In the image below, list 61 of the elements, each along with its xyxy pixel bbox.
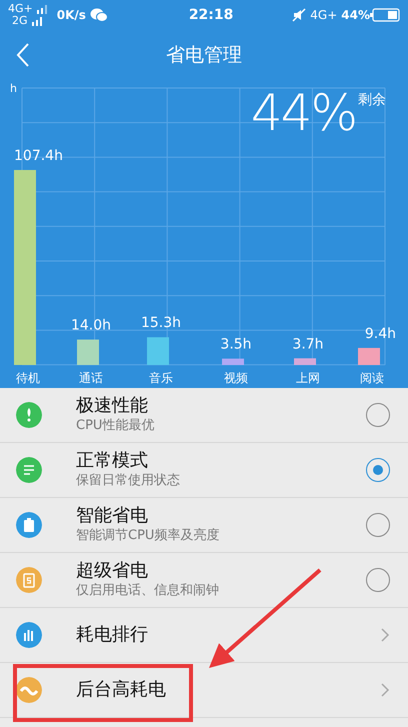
signal-icon bbox=[36, 4, 49, 14]
speed-text: 0K/s bbox=[56, 7, 86, 24]
radio-button[interactable] bbox=[366, 513, 390, 537]
value-label: 3.5h bbox=[220, 336, 252, 353]
value-label: 15.3h bbox=[140, 315, 182, 332]
category-label: 视频 bbox=[224, 371, 248, 385]
battery-percent: 44% bbox=[250, 88, 356, 138]
radio-button[interactable] bbox=[366, 568, 390, 592]
item-title: 正常模式 bbox=[76, 450, 149, 473]
chevron-icon bbox=[380, 627, 390, 643]
battery-icon bbox=[16, 512, 42, 538]
item-title: 智能省电 bbox=[76, 505, 149, 528]
category-label: 音乐 bbox=[149, 371, 173, 385]
list-item[interactable]: 智能省电 智能调节CPU频率及亮度 bbox=[0, 498, 408, 553]
chart-bar bbox=[222, 358, 244, 365]
battery-icon bbox=[370, 8, 400, 22]
mute-icon bbox=[292, 8, 306, 22]
list-item[interactable]: 后台高耗电 bbox=[0, 663, 408, 718]
list-icon bbox=[16, 457, 42, 483]
bar-chart-icon bbox=[16, 622, 42, 648]
category-label: 待机 bbox=[16, 371, 40, 385]
value-label: 3.7h bbox=[292, 336, 324, 352]
signal-icon bbox=[32, 16, 44, 26]
item-title: 耗电排行 bbox=[76, 624, 149, 646]
item-title: 极速性能 bbox=[76, 395, 149, 418]
category-label: 通话 bbox=[79, 371, 103, 385]
item-title: 后台高耗电 bbox=[76, 678, 167, 702]
radio-button[interactable] bbox=[366, 403, 390, 427]
item-subtitle: 智能调节CPU频率及亮度 bbox=[76, 528, 220, 545]
category-label: 阅读 bbox=[360, 371, 384, 385]
document-icon bbox=[16, 567, 42, 593]
wave-icon bbox=[16, 677, 42, 703]
network-label: 4G+ bbox=[8, 3, 33, 15]
radio-button[interactable] bbox=[366, 458, 390, 482]
list-item[interactable]: 极速性能 CPU性能最优 bbox=[0, 388, 408, 443]
chart-bar bbox=[358, 348, 380, 365]
back-button[interactable] bbox=[16, 42, 30, 68]
list-item[interactable]: 正常模式 保留日常使用状态 bbox=[0, 443, 408, 498]
back-icon bbox=[16, 42, 30, 68]
item-subtitle: 保留日常使用状态 bbox=[76, 472, 181, 490]
value-label: 9.4h bbox=[364, 326, 396, 342]
item-subtitle: 仅启用电话、信息和闹钟 bbox=[76, 582, 220, 600]
remaining-label: 剩余 bbox=[358, 91, 386, 110]
page-title: 省电管理 bbox=[166, 42, 242, 68]
chart-bar bbox=[294, 358, 316, 365]
clock-text: 22:18 bbox=[188, 6, 234, 24]
chart-bar bbox=[147, 337, 169, 365]
value-label: 107.4h bbox=[14, 148, 63, 164]
network-label: 4G+ bbox=[310, 7, 338, 24]
item-title: 超级省电 bbox=[76, 560, 149, 583]
battery-text: 44% bbox=[341, 7, 370, 24]
category-label: 上网 bbox=[296, 371, 320, 385]
chat-icon bbox=[90, 8, 108, 22]
list-item[interactable]: 耗电排行 bbox=[0, 608, 408, 663]
value-label: 14.0h bbox=[70, 318, 112, 334]
chart-bar bbox=[77, 340, 99, 365]
chevron-icon bbox=[380, 682, 390, 698]
item-subtitle: CPU性能最优 bbox=[76, 418, 156, 435]
axis-unit: h bbox=[10, 82, 17, 95]
list-item[interactable]: 超级省电 仅启用电话、信息和闹钟 bbox=[0, 553, 408, 608]
network-label: 2G bbox=[12, 15, 28, 27]
